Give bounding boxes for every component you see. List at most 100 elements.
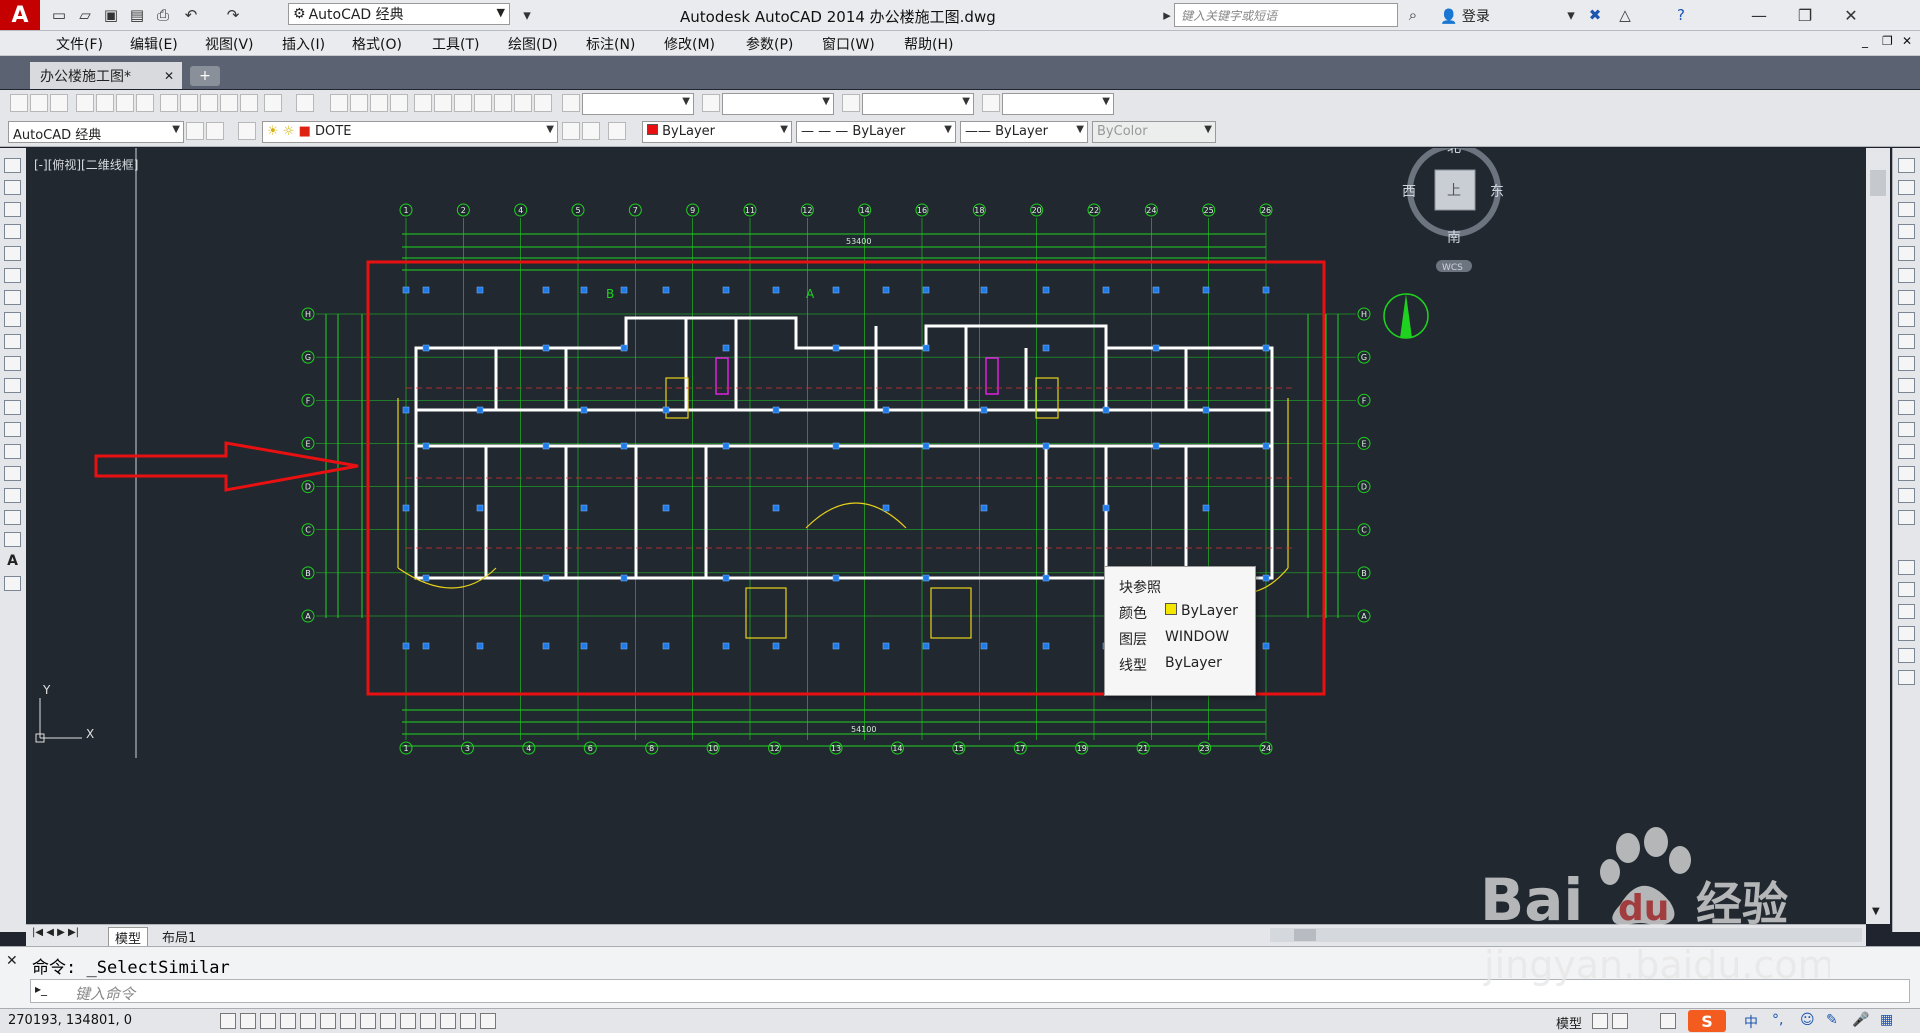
properties-icon[interactable] bbox=[414, 94, 432, 112]
mtext-icon[interactable]: A bbox=[4, 554, 21, 569]
join-icon[interactable] bbox=[1898, 422, 1915, 437]
copy-icon[interactable] bbox=[180, 94, 198, 112]
selection-cycling-icon[interactable] bbox=[480, 1013, 496, 1029]
quick-view-layouts-icon[interactable] bbox=[1592, 1013, 1608, 1029]
save-tool-icon[interactable] bbox=[50, 94, 68, 112]
new-file-icon[interactable]: ▭ bbox=[48, 5, 70, 25]
rectangle-icon[interactable] bbox=[4, 246, 21, 261]
polyline-icon[interactable] bbox=[4, 202, 21, 217]
menu-file[interactable]: 文件(F) bbox=[56, 34, 103, 54]
region-icon[interactable] bbox=[4, 510, 21, 525]
open-icon[interactable] bbox=[30, 94, 48, 112]
workspace-combo[interactable]: AutoCAD 经典 ▼ bbox=[8, 121, 184, 143]
mirror-icon[interactable] bbox=[1898, 202, 1915, 217]
layer-previous-icon[interactable] bbox=[582, 122, 600, 140]
spline-icon[interactable] bbox=[4, 334, 21, 349]
stretch-icon[interactable] bbox=[1898, 334, 1915, 349]
ungroup-icon[interactable] bbox=[1898, 604, 1915, 619]
grid-display-icon[interactable] bbox=[260, 1013, 276, 1029]
dim-style-icon[interactable] bbox=[702, 94, 720, 112]
viewcube-top[interactable]: 上 bbox=[1447, 183, 1461, 199]
doc-close-button[interactable]: ✕ bbox=[1902, 34, 1912, 48]
dynamic-ucs-icon[interactable] bbox=[380, 1013, 396, 1029]
redo-icon[interactable]: ↷ bbox=[222, 5, 244, 25]
qnew-icon[interactable] bbox=[10, 94, 28, 112]
fillet-icon[interactable] bbox=[1898, 466, 1915, 481]
object-snap-tracking-icon[interactable] bbox=[360, 1013, 376, 1029]
dropdown-icon[interactable]: ▾ bbox=[1560, 5, 1582, 25]
revcloud-icon[interactable] bbox=[4, 312, 21, 327]
menu-tools[interactable]: 工具(T) bbox=[432, 34, 479, 54]
explode-icon[interactable] bbox=[1898, 510, 1915, 525]
trim-icon[interactable] bbox=[1898, 356, 1915, 371]
print-icon[interactable] bbox=[76, 94, 94, 112]
ime-handwrite-icon[interactable]: ✎ bbox=[1826, 1012, 1838, 1028]
undo-icon[interactable]: ↶ bbox=[180, 5, 202, 25]
layout1-tab[interactable]: 布局1 bbox=[156, 927, 202, 946]
document-tab[interactable]: 办公楼施工图* ✕ bbox=[30, 62, 182, 89]
move-icon[interactable] bbox=[1898, 268, 1915, 283]
sogou-input-icon[interactable]: S bbox=[1688, 1010, 1726, 1032]
insert-block-icon[interactable] bbox=[4, 400, 21, 415]
close-command-icon[interactable]: ✕ bbox=[6, 953, 18, 969]
model-tab[interactable]: 模型 bbox=[108, 927, 149, 948]
vertical-scroll-thumb[interactable] bbox=[1870, 170, 1886, 196]
table-icon[interactable] bbox=[4, 532, 21, 547]
menu-window[interactable]: 窗口(W) bbox=[822, 34, 875, 54]
transparency-icon[interactable] bbox=[440, 1013, 456, 1029]
group-edit-icon[interactable] bbox=[1898, 626, 1915, 641]
ime-punctuation-icon[interactable]: °, bbox=[1772, 1012, 1783, 1028]
paste-icon[interactable] bbox=[200, 94, 218, 112]
multileader-style-dropdown[interactable]: ▼ bbox=[1002, 93, 1114, 115]
restore-button[interactable]: ❐ bbox=[1782, 0, 1828, 30]
first-layout-icon[interactable]: |◀ ◀ ▶ ▶| bbox=[26, 927, 85, 938]
object-snap-icon[interactable] bbox=[1898, 670, 1915, 685]
arc-icon[interactable] bbox=[4, 268, 21, 283]
selection-icon[interactable] bbox=[1898, 648, 1915, 663]
3d-osnap-icon[interactable] bbox=[340, 1013, 356, 1029]
lineweight-status-icon[interactable] bbox=[420, 1013, 436, 1029]
blend-icon[interactable] bbox=[1898, 488, 1915, 503]
search-input[interactable]: 键入关键字或短语 bbox=[1174, 3, 1398, 27]
markup-icon[interactable] bbox=[494, 94, 512, 112]
layer-manager-icon[interactable] bbox=[238, 122, 256, 140]
group-icon[interactable] bbox=[1898, 582, 1915, 597]
scroll-down-icon[interactable]: ▼ bbox=[1872, 906, 1880, 917]
doc-restore-button[interactable]: ❐ bbox=[1882, 34, 1893, 48]
ellipse-icon[interactable] bbox=[4, 356, 21, 371]
workspace-dropdown[interactable]: ⚙ AutoCAD 经典 ▼ bbox=[288, 3, 510, 25]
minimize-button[interactable]: — bbox=[1736, 0, 1782, 30]
publish-icon[interactable] bbox=[116, 94, 134, 112]
help-icon[interactable]: ? bbox=[1670, 5, 1692, 25]
menu-view[interactable]: 视图(V) bbox=[205, 34, 254, 54]
a360-icon[interactable]: △ bbox=[1614, 5, 1636, 25]
zoom-previous-icon[interactable] bbox=[390, 94, 408, 112]
menu-format[interactable]: 格式(O) bbox=[352, 34, 402, 54]
draworder-icon[interactable] bbox=[1898, 560, 1915, 575]
chamfer-icon[interactable] bbox=[1898, 444, 1915, 459]
ime-toolbox-icon[interactable]: ▦ bbox=[1880, 1012, 1893, 1028]
menu-help[interactable]: 帮助(H) bbox=[904, 34, 953, 54]
plot-icon[interactable]: ⎙ bbox=[152, 5, 174, 25]
text-style-icon[interactable] bbox=[562, 94, 580, 112]
menu-modify[interactable]: 修改(M) bbox=[664, 34, 715, 54]
polygon-icon[interactable] bbox=[4, 224, 21, 239]
table-style-icon[interactable] bbox=[842, 94, 860, 112]
multileader-style-icon[interactable] bbox=[982, 94, 1000, 112]
vertical-scrollbar[interactable]: ▼ bbox=[1866, 148, 1890, 924]
menu-insert[interactable]: 插入(I) bbox=[282, 34, 325, 54]
erase-icon[interactable] bbox=[1898, 158, 1915, 173]
viewcube-west[interactable]: 西 bbox=[1402, 184, 1416, 200]
color-dropdown[interactable]: ByLayer ▼ bbox=[642, 121, 792, 143]
text-style-dropdown[interactable]: ▼ bbox=[582, 93, 694, 115]
menu-parametric[interactable]: 参数(P) bbox=[746, 34, 793, 54]
preview-icon[interactable] bbox=[96, 94, 114, 112]
ime-emoji-icon[interactable]: ☺ bbox=[1800, 1012, 1815, 1028]
add-selected-icon[interactable] bbox=[4, 576, 21, 591]
offset-icon[interactable] bbox=[1898, 224, 1915, 239]
viewcube-east[interactable]: 东 bbox=[1490, 184, 1504, 200]
customize-icon[interactable] bbox=[206, 122, 224, 140]
dim-style-dropdown[interactable]: ▼ bbox=[722, 93, 834, 115]
menu-edit[interactable]: 编辑(E) bbox=[130, 34, 178, 54]
layer-states-icon[interactable] bbox=[608, 122, 626, 140]
